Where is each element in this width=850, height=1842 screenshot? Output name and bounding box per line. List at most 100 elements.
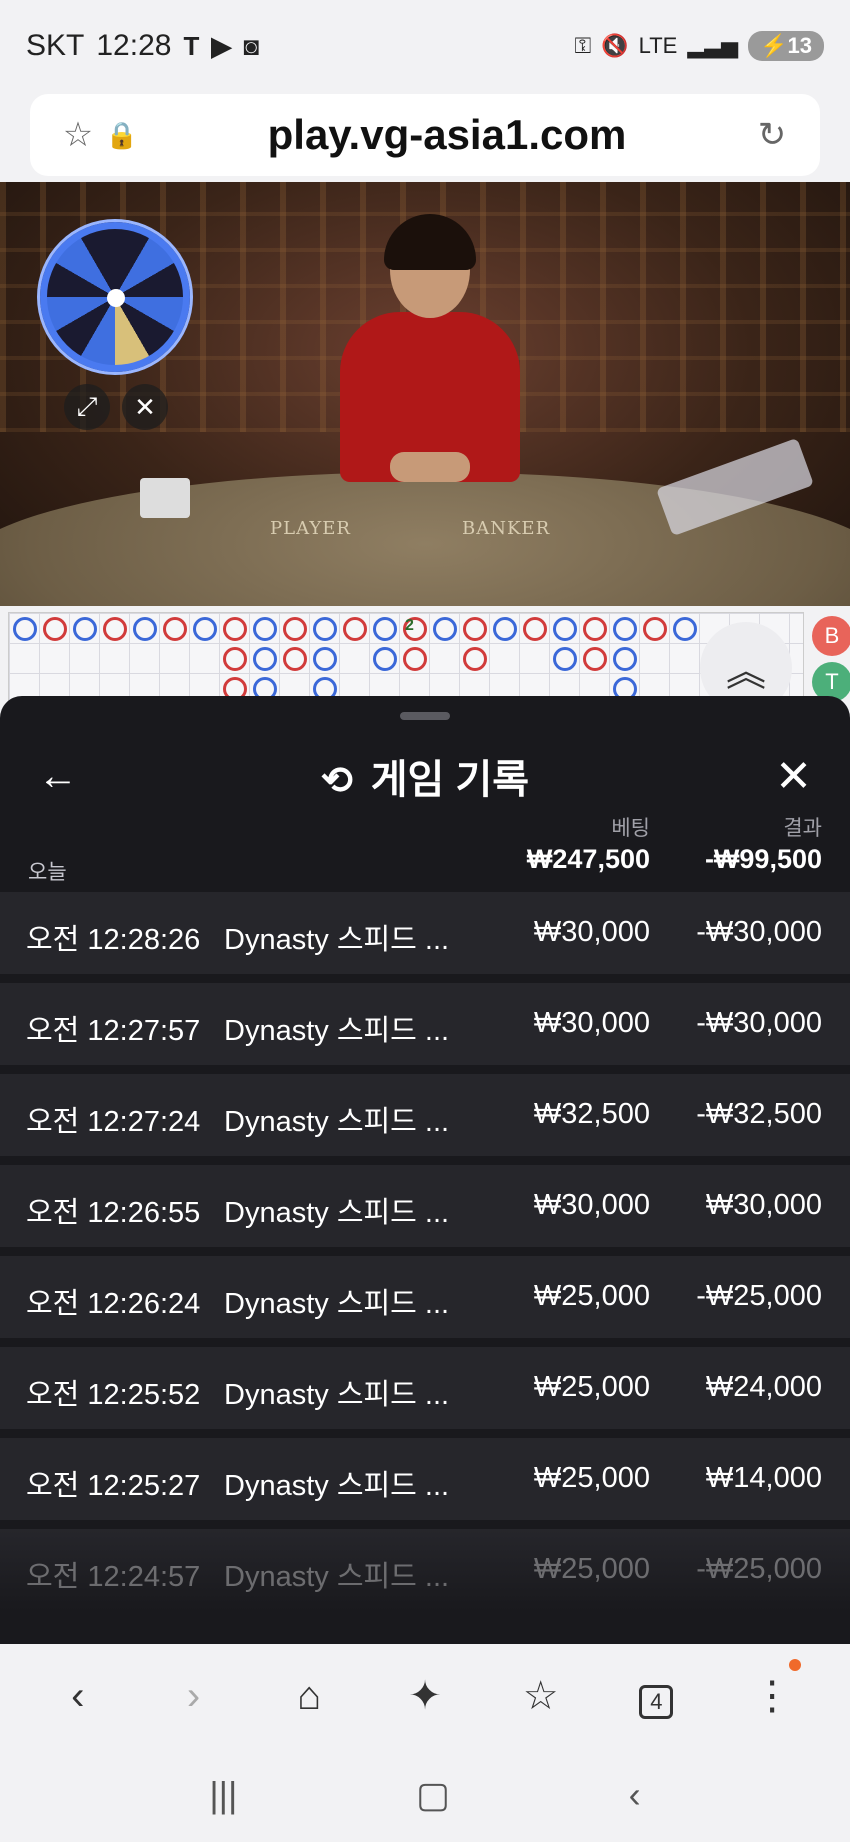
wheel-hub [107, 289, 125, 307]
row-result: -₩25,000 [696, 1280, 822, 1312]
road-bead [523, 617, 547, 641]
history-row[interactable]: 오전 12:24:57 Dynasty 스피드 ... ₩25,000 -₩25… [0, 1529, 850, 1611]
road-bead [643, 617, 667, 641]
expand-icon[interactable]: ⤢ [64, 384, 110, 430]
road-bead [373, 647, 397, 671]
screenshot-icon: ◙ [243, 30, 260, 61]
road-bead [463, 617, 487, 641]
system-back-icon[interactable]: ‹ [629, 1774, 641, 1816]
felt-player-label: PLAYER [270, 518, 351, 539]
row-bet: ₩25,000 [533, 1280, 650, 1312]
row-result: -₩25,000 [696, 1553, 822, 1585]
history-row[interactable]: 오전 12:28:26 Dynasty 스피드 ... ₩30,000 -₩30… [0, 892, 850, 974]
road-bead [313, 617, 337, 641]
road-bead [253, 617, 277, 641]
row-bet: ₩25,000 [533, 1371, 650, 1403]
row-time: 오전 12:24:57 [26, 1561, 201, 1593]
row-result: ₩24,000 [705, 1371, 822, 1403]
row-result: ₩30,000 [705, 1189, 822, 1221]
road-bead [673, 617, 697, 641]
road-bead [133, 617, 157, 641]
row-game: Dynasty 스피드 ... [224, 1197, 450, 1229]
bead-roadmap: 2 [8, 612, 804, 704]
reload-icon[interactable]: ↻ [750, 115, 794, 155]
row-result: ₩14,000 [705, 1462, 822, 1494]
road-bead [193, 617, 217, 641]
notification-dot [789, 1659, 802, 1671]
close-icon[interactable]: ✕ [775, 751, 812, 802]
network-label: LTE [638, 33, 678, 58]
road-bead [613, 647, 637, 671]
today-result-total: -₩99,500 [704, 844, 822, 874]
close-widget-icon[interactable]: ✕ [122, 384, 168, 430]
tabs-count: 4 [639, 1684, 674, 1719]
road-bead [253, 647, 277, 671]
recents-icon[interactable]: ||| [209, 1774, 237, 1816]
history-row[interactable]: 오전 12:25:52 Dynasty 스피드 ... ₩25,000 ₩24,… [0, 1347, 850, 1429]
road-bead [583, 617, 607, 641]
side-chip-banker[interactable]: B [812, 616, 850, 656]
game-history-sheet: ⟲ 게임 기록 ← ✕ 베팅 결과 오늘 ₩247,500 -₩99,500 오전… [0, 696, 850, 1644]
road-bead [553, 617, 577, 641]
sparkle-icon[interactable]: ✦ [390, 1673, 460, 1719]
dealer [340, 214, 520, 482]
road-bead [223, 647, 247, 671]
row-time: 오전 12:28:26 [26, 924, 201, 956]
row-game: Dynasty 스피드 ... [224, 924, 450, 956]
history-row[interactable]: 오전 12:27:24 Dynasty 스피드 ... ₩32,500 -₩32… [0, 1074, 850, 1156]
clock: 12:28 [96, 29, 172, 62]
history-list: 오전 12:28:26 Dynasty 스피드 ... ₩30,000 -₩30… [0, 892, 850, 1620]
column-headers: 베팅 결과 [0, 812, 850, 842]
row-bet: ₩32,500 [533, 1098, 650, 1130]
history-row[interactable]: 오전 12:26:55 Dynasty 스피드 ... ₩30,000 ₩30,… [0, 1165, 850, 1247]
road-bead [343, 617, 367, 641]
sheet-grabber[interactable] [400, 712, 450, 720]
road-bead [373, 617, 397, 641]
forward-icon[interactable]: › [159, 1674, 229, 1719]
history-row[interactable]: 오전 12:27:57 Dynasty 스피드 ... ₩30,000 -₩30… [0, 983, 850, 1065]
row-game: Dynasty 스피드 ... [224, 1470, 450, 1502]
sheet-title: 게임 기록 [370, 758, 530, 802]
bookmarks-icon[interactable]: ☆ [506, 1673, 576, 1719]
road-bead [583, 647, 607, 671]
road-bead [433, 617, 457, 641]
row-game: Dynasty 스피드 ... [224, 1015, 450, 1047]
home-button-icon[interactable]: ▢ [416, 1774, 450, 1816]
today-bet-total: ₩247,500 [526, 844, 650, 874]
battery-indicator: ⚡13 [748, 31, 824, 61]
address-bar[interactable]: ☆ 🔒 play.vg-asia1.com ↻ [30, 94, 820, 176]
row-game: Dynasty 스피드 ... [224, 1106, 450, 1138]
wheel-widget[interactable] [40, 222, 190, 372]
mute-icon: 🔇 [601, 33, 629, 58]
row-time: 오전 12:25:27 [26, 1470, 201, 1502]
t-app-icon: T [183, 30, 200, 61]
row-time: 오전 12:26:24 [26, 1288, 201, 1320]
url-text[interactable]: play.vg-asia1.com [144, 111, 750, 159]
road-bead [613, 617, 637, 641]
row-bet: ₩30,000 [533, 916, 650, 948]
road-bead [163, 617, 187, 641]
sheet-title-wrap: ⟲ 게임 기록 [0, 747, 850, 805]
tabs-icon[interactable]: 4 [621, 1674, 691, 1719]
chip-box [140, 478, 190, 518]
road-bead [553, 647, 577, 671]
road-bead [403, 647, 427, 671]
row-bet: ₩30,000 [533, 1007, 650, 1039]
status-left: SKT 12:28 T ▶ ◙ [26, 29, 259, 63]
row-result: -₩32,500 [696, 1098, 822, 1130]
road-bead [43, 617, 67, 641]
back-arrow-icon[interactable]: ← [38, 754, 78, 799]
row-bet: ₩30,000 [533, 1189, 650, 1221]
history-row[interactable]: 오전 12:26:24 Dynasty 스피드 ... ₩25,000 -₩25… [0, 1256, 850, 1338]
felt-banker-label: BANKER [462, 518, 551, 539]
signal-icon: ▂▃▅ [687, 33, 739, 58]
road-bead [283, 647, 307, 671]
back-icon[interactable]: ‹ [43, 1674, 113, 1719]
menu-icon[interactable]: ⋮ [737, 1659, 807, 1719]
bookmark-star-icon[interactable]: ☆ [56, 115, 100, 155]
home-icon[interactable]: ⌂ [274, 1674, 344, 1719]
battery-level: 13 [787, 33, 812, 58]
history-row[interactable]: 오전 12:25:27 Dynasty 스피드 ... ₩25,000 ₩14,… [0, 1438, 850, 1520]
today-label: 오늘 [28, 861, 67, 884]
roadmap-marker: 2 [405, 617, 414, 634]
